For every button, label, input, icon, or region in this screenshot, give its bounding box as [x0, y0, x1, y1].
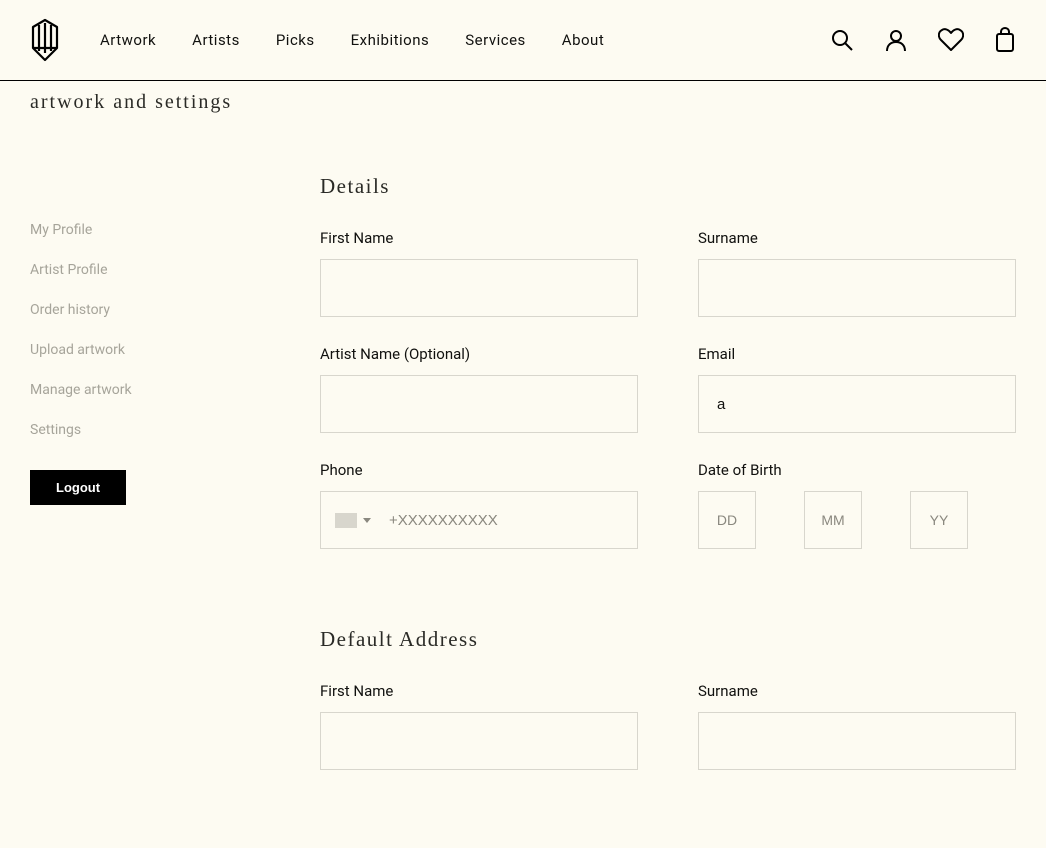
details-title: Details — [320, 174, 1016, 199]
sidebar-item-artist-profile[interactable]: Artist Profile — [30, 262, 180, 278]
main-nav: Artwork Artists Picks Exhibitions Servic… — [100, 31, 604, 49]
addr-first-name-input[interactable] — [320, 712, 638, 770]
nav-about[interactable]: About — [562, 31, 604, 49]
header-left: Artwork Artists Picks Exhibitions Servic… — [30, 18, 604, 62]
sidebar-item-manage-artwork[interactable]: Manage artwork — [30, 382, 180, 398]
dob-month-input[interactable] — [804, 491, 862, 549]
breadcrumb: artwork and settings — [0, 81, 1046, 114]
sidebar-item-order-history[interactable]: Order history — [30, 302, 180, 318]
sidebar-item-my-profile[interactable]: My Profile — [30, 222, 180, 238]
search-icon — [830, 28, 854, 52]
dob-row — [698, 491, 1016, 549]
nav-artists[interactable]: Artists — [192, 31, 240, 49]
nav-exhibitions[interactable]: Exhibitions — [351, 31, 430, 49]
country-code-select[interactable] — [321, 513, 381, 528]
content: My Profile Artist Profile Order history … — [0, 114, 1046, 848]
dob-day-input[interactable] — [698, 491, 756, 549]
address-grid: First Name Surname — [320, 682, 1016, 798]
cart-button[interactable] — [994, 27, 1016, 53]
addr-surname-input[interactable] — [698, 712, 1016, 770]
email-input[interactable] — [698, 375, 1016, 433]
surname-input[interactable] — [698, 259, 1016, 317]
header: Artwork Artists Picks Exhibitions Servic… — [0, 0, 1046, 81]
dob-year-input[interactable] — [910, 491, 968, 549]
address-title: Default Address — [320, 627, 1016, 652]
nav-picks[interactable]: Picks — [276, 31, 315, 49]
phone-input[interactable] — [381, 492, 637, 548]
details-grid: First Name Artist Name (Optional) Phone — [320, 229, 1016, 577]
sidebar-item-settings[interactable]: Settings — [30, 422, 180, 438]
user-icon — [884, 28, 908, 52]
account-button[interactable] — [884, 28, 908, 52]
addr-first-name-label: First Name — [320, 682, 638, 700]
phone-label: Phone — [320, 461, 638, 479]
artist-name-label: Artist Name (Optional) — [320, 345, 638, 363]
artist-name-input[interactable] — [320, 375, 638, 433]
logout-button[interactable]: Logout — [30, 470, 126, 505]
flag-icon — [335, 513, 357, 528]
addr-surname-label: Surname — [698, 682, 1016, 700]
sidebar-item-upload-artwork[interactable]: Upload artwork — [30, 342, 180, 358]
phone-input-wrap — [320, 491, 638, 549]
nav-services[interactable]: Services — [465, 31, 526, 49]
email-label: Email — [698, 345, 1016, 363]
wishlist-button[interactable] — [938, 28, 964, 52]
heart-icon — [938, 28, 964, 52]
header-right — [830, 27, 1016, 53]
dob-label: Date of Birth — [698, 461, 1016, 479]
chevron-down-icon — [363, 518, 371, 523]
nav-artwork[interactable]: Artwork — [100, 31, 156, 49]
surname-label: Surname — [698, 229, 1016, 247]
logo[interactable] — [30, 18, 60, 62]
search-button[interactable] — [830, 28, 854, 52]
first-name-input[interactable] — [320, 259, 638, 317]
bag-icon — [994, 27, 1016, 53]
pencil-icon — [30, 18, 60, 62]
first-name-label: First Name — [320, 229, 638, 247]
